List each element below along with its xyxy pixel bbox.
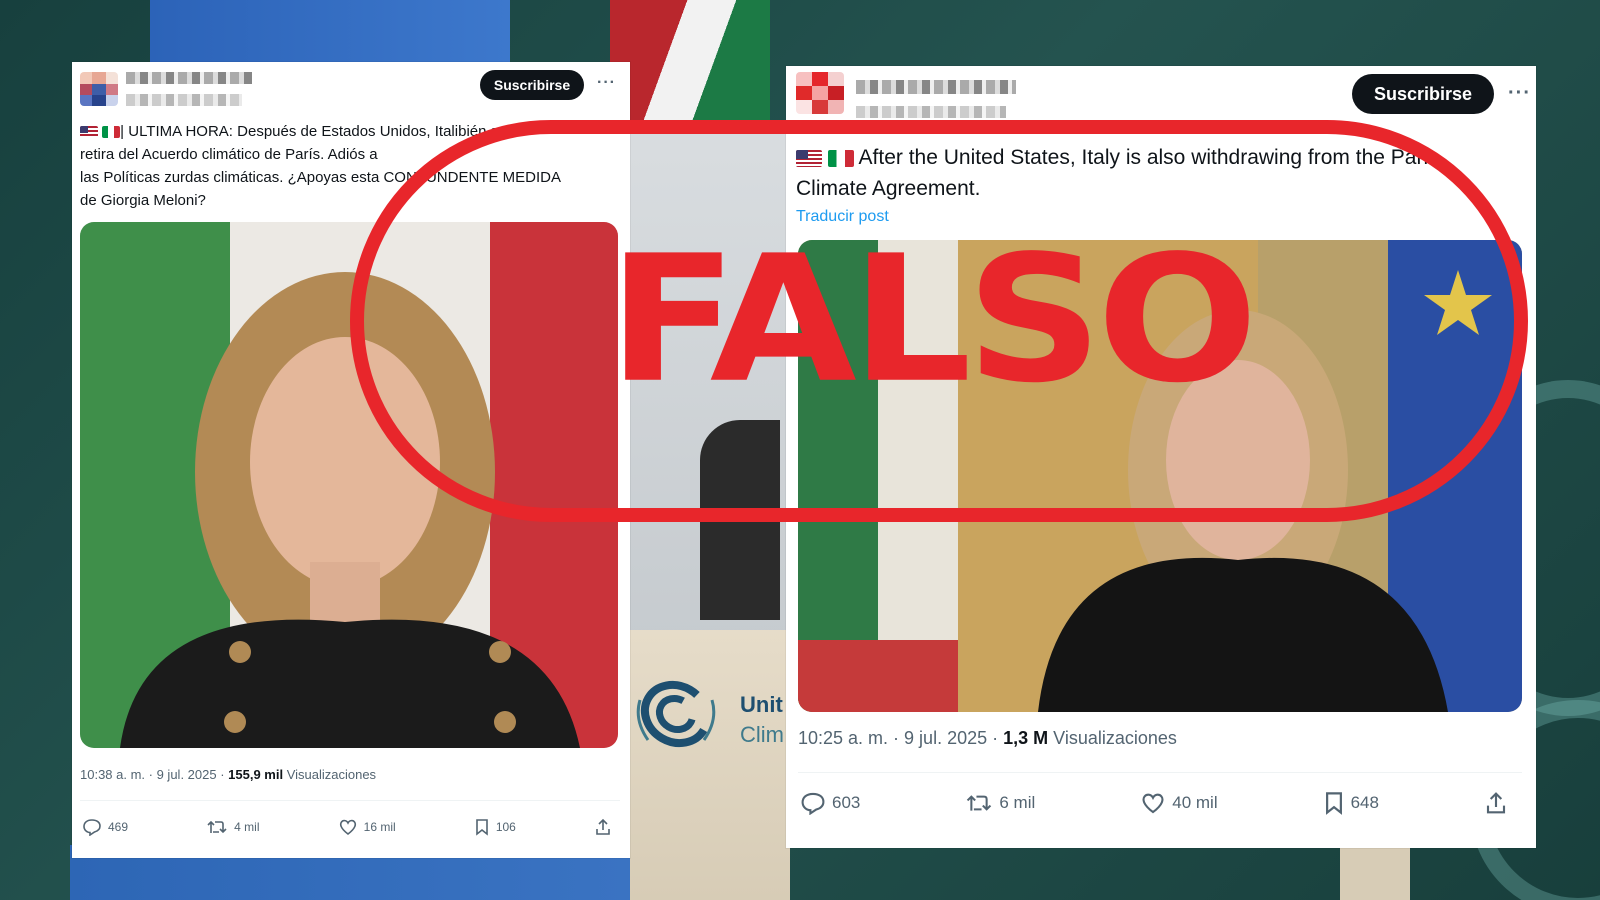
repost-count: 6 mil bbox=[999, 793, 1036, 812]
post-metadata: 10:25 a. m. · 9 jul. 2025 · 1,3 M Visual… bbox=[798, 728, 1177, 749]
action-bar: 469 4 mil 16 mil 106 bbox=[82, 814, 612, 840]
bookmark-count: 106 bbox=[495, 820, 516, 834]
post-metadata: 10:38 a. m. · 9 jul. 2025 · 155,9 mil Vi… bbox=[80, 767, 376, 782]
more-options-icon[interactable]: ··· bbox=[597, 74, 616, 92]
bookmark-icon bbox=[476, 819, 488, 836]
share-button[interactable] bbox=[594, 818, 612, 836]
italy-flag-icon bbox=[102, 126, 121, 139]
reply-icon bbox=[801, 792, 825, 815]
repost-button[interactable]: 4 mil bbox=[206, 818, 260, 836]
reply-icon bbox=[83, 819, 101, 836]
handle-blurred[interactable] bbox=[126, 94, 242, 106]
bookmark-button[interactable]: 648 bbox=[1323, 790, 1379, 816]
post-timestamp[interactable]: 10:38 a. m. · 9 jul. 2025 · bbox=[80, 767, 228, 782]
logo-line-1: Unit bbox=[740, 692, 783, 717]
subscribe-button[interactable]: Suscribirse bbox=[1352, 74, 1494, 114]
unfccc-text: Unit Clim bbox=[740, 690, 784, 750]
logo-line-2: Clim bbox=[740, 722, 784, 747]
like-count: 40 mil bbox=[1172, 793, 1218, 812]
views-label: Visualizaciones bbox=[1048, 728, 1177, 748]
reply-count: 603 bbox=[832, 793, 861, 812]
flag-top-center bbox=[610, 0, 770, 120]
views-count: 1,3 M bbox=[1003, 728, 1049, 748]
like-count: 16 mil bbox=[363, 820, 396, 834]
views-label: Visualizaciones bbox=[283, 767, 377, 782]
repost-icon bbox=[967, 795, 992, 811]
username-blurred[interactable] bbox=[856, 80, 1016, 94]
views-count: 155,9 mil bbox=[228, 767, 284, 782]
post-text-fragment: | ULTIMA HORA: Después de Estados Unidos… bbox=[120, 123, 459, 140]
us-flag-icon bbox=[80, 126, 98, 139]
share-button[interactable] bbox=[1484, 791, 1508, 815]
heart-icon bbox=[1142, 793, 1164, 814]
share-icon bbox=[1486, 792, 1506, 814]
share-icon bbox=[596, 818, 610, 835]
falso-stamp-label: FALSO bbox=[607, 217, 1258, 422]
action-bar: 603 6 mil 40 mil 648 bbox=[800, 788, 1508, 818]
divider bbox=[80, 800, 620, 801]
repost-count: 4 mil bbox=[234, 820, 260, 834]
like-button[interactable]: 16 mil bbox=[338, 818, 396, 836]
heart-icon bbox=[339, 819, 356, 836]
reply-count: 469 bbox=[108, 820, 129, 834]
repost-button[interactable]: 6 mil bbox=[965, 791, 1035, 815]
avatar[interactable] bbox=[796, 72, 844, 114]
reply-button[interactable]: 603 bbox=[800, 791, 860, 815]
subscribe-button[interactable]: Suscribirse bbox=[480, 70, 584, 100]
more-options-icon[interactable]: ··· bbox=[1508, 82, 1531, 105]
username-blurred[interactable] bbox=[126, 72, 252, 84]
handle-blurred[interactable] bbox=[856, 106, 1006, 118]
bookmark-button[interactable]: 106 bbox=[474, 818, 516, 836]
unfccc-logo bbox=[630, 680, 722, 748]
reply-button[interactable]: 469 bbox=[82, 818, 128, 836]
like-button[interactable]: 40 mil bbox=[1140, 791, 1218, 815]
avatar[interactable] bbox=[80, 72, 118, 106]
divider bbox=[798, 772, 1522, 773]
bookmark-count: 648 bbox=[1350, 793, 1379, 812]
podium bbox=[620, 630, 790, 900]
podium-edge bbox=[1340, 840, 1410, 900]
bookmark-icon bbox=[1325, 792, 1342, 815]
post-timestamp[interactable]: 10:25 a. m. · 9 jul. 2025 · bbox=[798, 728, 1003, 748]
repost-icon bbox=[207, 820, 227, 834]
